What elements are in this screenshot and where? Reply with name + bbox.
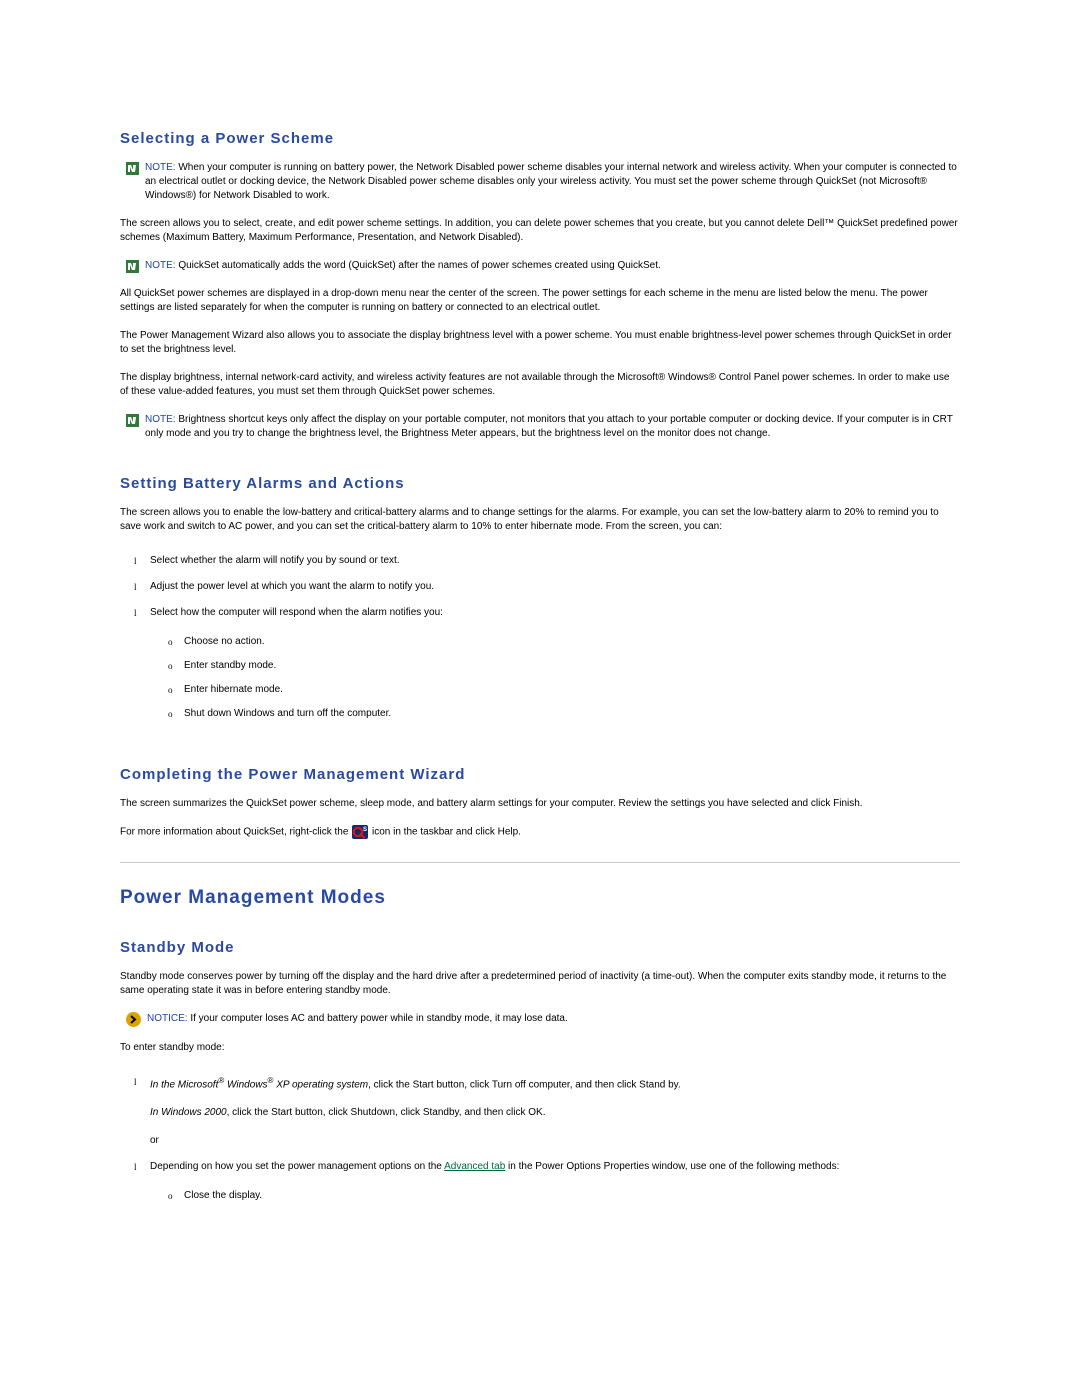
divider: [120, 862, 960, 863]
paragraph: The display brightness, internal network…: [120, 371, 960, 399]
list-item: Close the display.: [184, 1184, 960, 1208]
note-block: NOTE: Brightness shortcut keys only affe…: [126, 413, 960, 441]
note-text: NOTE: Brightness shortcut keys only affe…: [145, 413, 960, 441]
paragraph: The Power Management Wizard also allows …: [120, 329, 960, 357]
notice-icon: [126, 1012, 141, 1027]
heading-completing-wizard: Completing the Power Management Wizard: [120, 766, 960, 783]
paragraph: The screen allows you to enable the low-…: [120, 506, 960, 534]
svg-text:S: S: [363, 827, 367, 833]
note-text: NOTE: QuickSet automatically adds the wo…: [145, 259, 661, 273]
note-icon: [126, 260, 139, 273]
note-icon: [126, 414, 139, 427]
notice-block: NOTICE: If your computer loses AC and ba…: [126, 1012, 960, 1027]
note-text: NOTE: When your computer is running on b…: [145, 161, 960, 203]
paragraph: To enter standby mode:: [120, 1041, 960, 1055]
paragraph: The screen summarizes the QuickSet power…: [120, 797, 960, 811]
standby-methods-sublist: Close the display.: [150, 1184, 960, 1208]
heading-power-management-modes: Power Management Modes: [120, 887, 960, 909]
list-item: Select whether the alarm will notify you…: [150, 548, 960, 574]
list-item: Shut down Windows and turn off the compu…: [184, 702, 960, 726]
heading-selecting-power-scheme: Selecting a Power Scheme: [120, 130, 960, 147]
note-block: NOTE: When your computer is running on b…: [126, 161, 960, 203]
paragraph: The screen allows you to select, create,…: [120, 217, 960, 245]
list-item: Depending on how you set the power manag…: [150, 1154, 960, 1214]
list-item: Choose no action.: [184, 630, 960, 654]
list-item: Enter hibernate mode.: [184, 678, 960, 702]
heading-standby-mode: Standby Mode: [120, 939, 960, 956]
note-block: NOTE: QuickSet automatically adds the wo…: [126, 259, 960, 273]
notice-text: NOTICE: If your computer loses AC and ba…: [147, 1012, 568, 1026]
alarm-options-list: Select whether the alarm will notify you…: [120, 548, 960, 732]
quickset-icon: S: [352, 825, 368, 839]
alarm-response-sublist: Choose no action. Enter standby mode. En…: [150, 630, 960, 726]
note-icon: [126, 162, 139, 175]
heading-battery-alarms: Setting Battery Alarms and Actions: [120, 475, 960, 492]
list-item: In the Microsoft® Windows® XP operating …: [150, 1069, 960, 1154]
paragraph: Standby mode conserves power by turning …: [120, 970, 960, 998]
paragraph: All QuickSet power schemes are displayed…: [120, 287, 960, 315]
standby-steps-list: In the Microsoft® Windows® XP operating …: [120, 1069, 960, 1214]
list-item: Select how the computer will respond whe…: [150, 600, 960, 732]
paragraph: For more information about QuickSet, rig…: [120, 825, 960, 840]
advanced-tab-link[interactable]: Advanced tab: [444, 1161, 505, 1172]
list-item: Adjust the power level at which you want…: [150, 574, 960, 600]
list-item: Enter standby mode.: [184, 654, 960, 678]
